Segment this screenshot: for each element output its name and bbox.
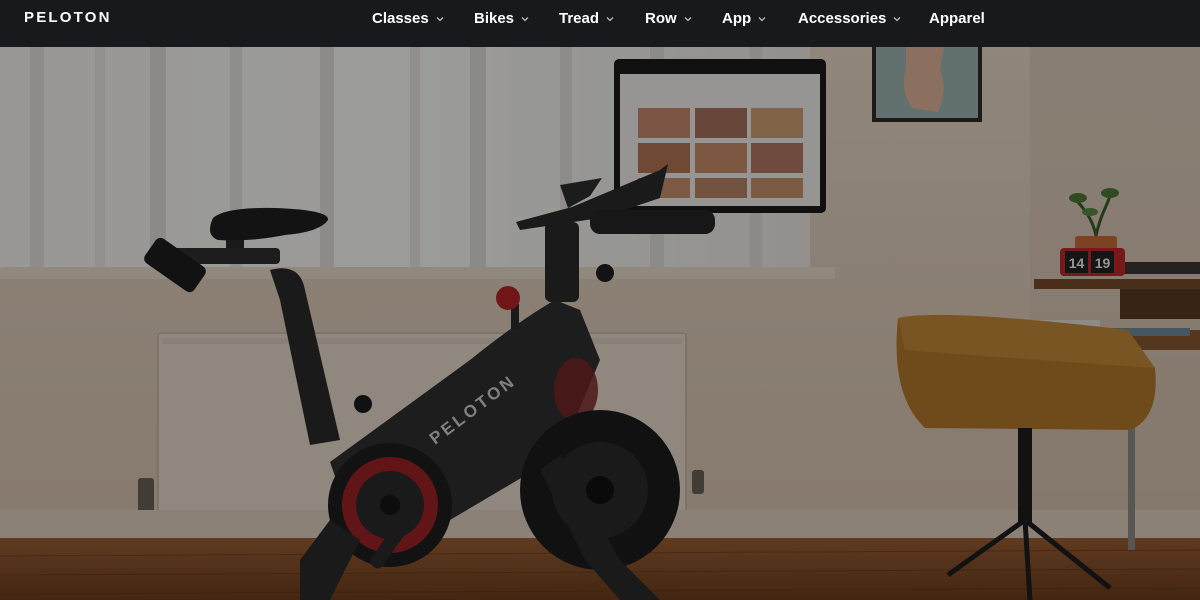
chevron-down-icon	[521, 16, 529, 21]
chevron-down-icon	[684, 16, 692, 21]
nav-item-label: Row	[645, 10, 677, 27]
nav-item-label: Bikes	[474, 10, 515, 27]
chevron-down-icon	[436, 16, 444, 21]
hero-scene: 14 19 PELOTON	[0, 47, 1200, 600]
chevron-down-icon	[606, 16, 614, 21]
nav-item-label: Tread	[559, 10, 600, 27]
nav-item-label: Classes	[372, 10, 429, 27]
nav-item-label: Accessories	[798, 10, 887, 27]
nav-item-label: Apparel	[929, 10, 985, 27]
nav-item-label: App	[722, 10, 752, 27]
nav-item-app[interactable]: App	[722, 10, 767, 27]
chevron-down-icon	[893, 16, 901, 21]
main-nav: Classes Bikes Tread Row App Accessories …	[0, 0, 1200, 40]
chevron-down-icon	[758, 16, 766, 21]
top-navigation-bar: PELOTON Classes Bikes Tread Row App Acce…	[0, 0, 1200, 47]
nav-item-apparel[interactable]: Apparel	[929, 10, 985, 27]
hero-overlay	[0, 47, 1200, 600]
hero-image: 14 19 PELOTON	[0, 47, 1200, 600]
nav-item-classes[interactable]: Classes	[372, 10, 445, 27]
nav-item-accessories[interactable]: Accessories	[798, 10, 902, 27]
nav-item-tread[interactable]: Tread	[559, 10, 615, 27]
nav-item-row[interactable]: Row	[645, 10, 693, 27]
nav-item-bikes[interactable]: Bikes	[474, 10, 530, 27]
